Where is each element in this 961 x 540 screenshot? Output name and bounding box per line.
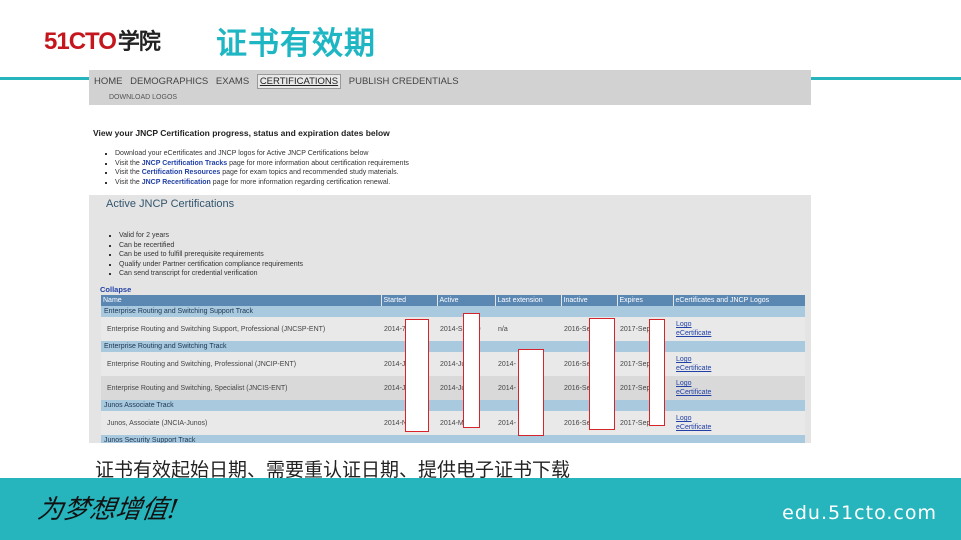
col-expires: Expires: [617, 295, 674, 306]
logo-sub: 学院: [117, 29, 161, 54]
active-certs-heading: Active JNCP Certifications: [106, 198, 235, 210]
logo-link[interactable]: Logo: [676, 414, 802, 423]
ecertificate-link[interactable]: eCertificate: [676, 423, 802, 432]
link-certification-tracks[interactable]: JNCP Certification Tracks: [142, 160, 227, 167]
top-nav: HOME DEMOGRAPHICS EXAMS CERTIFICATIONS P…: [89, 70, 811, 105]
nav-home[interactable]: HOME: [94, 76, 123, 87]
table-row: Enterprise Routing and Switching, Profes…: [101, 352, 805, 376]
table-row: Junos, Associate (JNCIA-Junos) 2014-N 20…: [101, 411, 805, 435]
ecertificate-link[interactable]: eCertificate: [676, 329, 802, 338]
nav-demographics[interactable]: DEMOGRAPHICS: [130, 76, 208, 87]
list-item: Visit the Certification Resources page f…: [115, 168, 409, 178]
certifications-table: Name Started Active Last extension Inact…: [101, 295, 806, 443]
highlight-inactive: [589, 318, 615, 430]
list-item: Visit the JNCP Certification Tracks page…: [115, 159, 409, 169]
col-inactive: Inactive: [561, 295, 618, 306]
intro-heading: View your JNCP Certification progress, s…: [93, 128, 390, 138]
link-jncp-recertification[interactable]: JNCP Recertification: [142, 179, 211, 186]
slide-title: 证书有效期: [216, 26, 376, 62]
highlight-active: [463, 313, 480, 428]
track-row: Junos Associate Track: [101, 400, 805, 411]
col-started: Started: [381, 295, 438, 306]
highlight-started: [405, 319, 429, 432]
logo-link[interactable]: Logo: [676, 379, 802, 388]
link-certification-resources[interactable]: Certification Resources: [142, 169, 221, 176]
51cto-logo: 51CTO学院: [44, 24, 161, 56]
site-url: edu.51cto.com: [782, 502, 937, 524]
table-header: Name Started Active Last extension Inact…: [101, 295, 806, 306]
list-item: Visit the JNCP Recertification page for …: [115, 178, 409, 188]
col-active: Active: [437, 295, 496, 306]
active-notes: Valid for 2 years Can be recertified Can…: [89, 231, 303, 279]
ecertificate-link[interactable]: eCertificate: [676, 364, 802, 373]
track-row: Junos Security Support Track: [101, 435, 805, 443]
list-item: Can be recertified: [119, 241, 303, 251]
list-item: Can be used to fulfill prerequisite requ…: [119, 250, 303, 260]
ecertificate-link[interactable]: eCertificate: [676, 388, 802, 397]
list-item: Valid for 2 years: [119, 231, 303, 241]
collapse-link[interactable]: Collapse: [100, 285, 131, 294]
nav-publish-credentials[interactable]: PUBLISH CREDENTIALS: [349, 76, 459, 87]
embedded-screenshot: HOME DEMOGRAPHICS EXAMS CERTIFICATIONS P…: [89, 70, 811, 443]
table-row: Enterprise Routing and Switching, Specia…: [101, 376, 805, 400]
track-row: Enterprise Routing and Switching Support…: [101, 306, 805, 317]
nav-certifications[interactable]: CERTIFICATIONS: [256, 74, 342, 89]
col-logos: eCertificates and JNCP Logos: [673, 295, 806, 306]
logo-link[interactable]: Logo: [676, 355, 802, 364]
col-last-extension: Last extension: [495, 295, 562, 306]
slogan: 为梦想增值!: [35, 495, 181, 525]
subnav-download-logos[interactable]: DOWNLOAD LOGOS: [109, 94, 177, 101]
list-item: Qualify under Partner certification comp…: [119, 260, 303, 270]
track-row: Enterprise Routing and Switching Track: [101, 341, 805, 352]
highlight-last-extension: [518, 349, 544, 436]
highlight-expires: [649, 319, 665, 426]
list-item: Can send transcript for credential verif…: [119, 269, 303, 279]
intro-bullets: Download your eCertificates and JNCP log…: [89, 149, 409, 187]
logo-link[interactable]: Logo: [676, 320, 802, 329]
table-row: Enterprise Routing and Switching Support…: [101, 317, 805, 341]
nav-exams[interactable]: EXAMS: [216, 76, 249, 87]
logo-main: 51CTO: [44, 28, 117, 55]
col-name: Name: [101, 295, 382, 306]
list-item: Download your eCertificates and JNCP log…: [115, 149, 409, 159]
